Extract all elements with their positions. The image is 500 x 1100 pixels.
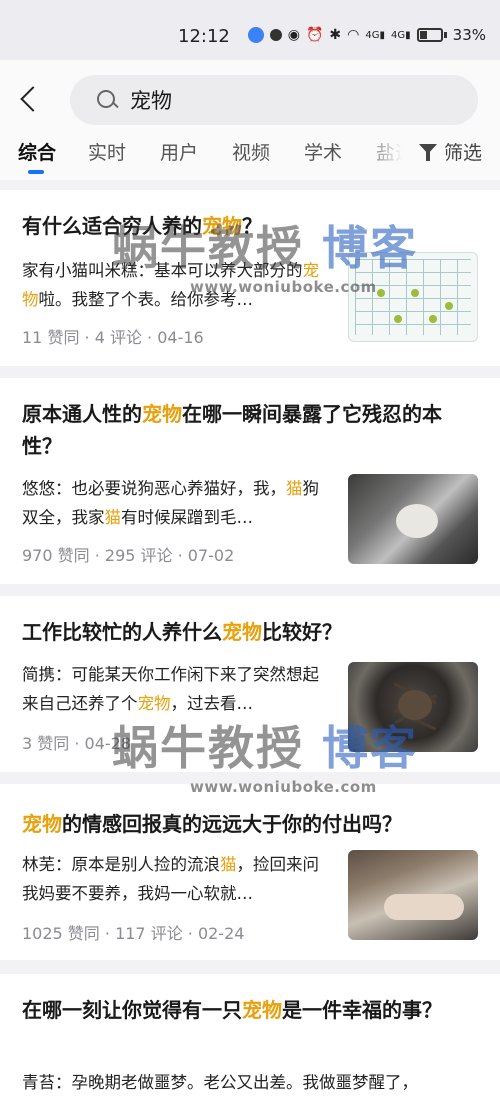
bluetooth-icon: ✱: [329, 27, 342, 43]
tarantula-image[interactable]: [348, 662, 478, 752]
wifi-icon: ◠: [347, 27, 360, 43]
alarm-icon: ⏰: [305, 27, 324, 43]
signal-4g-icon: 4G▮: [365, 29, 386, 41]
result-title[interactable]: 宠物的情感回报真的远远大于你的付出吗？: [22, 808, 478, 840]
battery-percent: 33%: [452, 26, 486, 44]
cat-hand-image[interactable]: [348, 850, 478, 940]
result-excerpt: 简携：可能某天你工作闲下来了突然想起来自己还养了个宠物，过去看…: [22, 665, 319, 713]
search-input[interactable]: 宠物: [70, 75, 478, 125]
back-button[interactable]: [14, 84, 46, 116]
result-card[interactable]: 宠物的情感回报真的远远大于你的付出吗？ 林芜：原本是别人捡的流浪猫，捡回来问我妈…: [0, 784, 500, 960]
tab-realtime[interactable]: 实时: [88, 138, 126, 165]
active-tab-indicator: [28, 170, 44, 174]
tab-comprehensive[interactable]: 综合: [18, 138, 56, 165]
cat-image[interactable]: [348, 474, 478, 564]
result-card[interactable]: 工作比较忙的人养什么宠物比较好？ 简携：可能某天你工作闲下来了突然想起来自己还养…: [0, 596, 500, 772]
result-title[interactable]: 在哪一刻让你觉得有一只宠物是一件幸福的事？: [22, 994, 478, 1026]
result-card[interactable]: 有什么适合穷人养的宠物？ 家有小猫叫米糕：基本可以养大部分的宠物啦。我整了个表。…: [0, 190, 500, 366]
status-bar: 12:12 ◉ ⏰ ✱ ◠ 4G▮ 4G▮ 33%: [0, 0, 500, 60]
filter-label: 筛选: [444, 142, 483, 164]
tab-users[interactable]: 用户: [160, 138, 198, 165]
signal-5g-icon: 4G▮: [391, 29, 411, 41]
result-meta: 1025 赞同 · 117 评论 · 02-24: [22, 924, 245, 943]
result-card[interactable]: 在哪一刻让你觉得有一只宠物是一件幸福的事？ 青苔：孕晚期老做噩梦。老公又出差。我…: [0, 974, 500, 1100]
result-meta: 11 赞同 · 4 评论 · 04-16: [22, 328, 204, 347]
status-time: 12:12: [178, 26, 230, 47]
search-header: 宠物 综合 实时 用户 视频 学术 盐选 筛选: [0, 60, 500, 180]
shield-icon: [247, 27, 264, 43]
result-title[interactable]: 原本通人性的宠物在哪一瞬间暴露了它残忍的本性？: [22, 398, 478, 462]
result-title[interactable]: 有什么适合穷人养的宠物？: [22, 210, 478, 242]
result-title[interactable]: 工作比较忙的人养什么宠物比较好？: [22, 616, 478, 648]
eye-icon: ◉: [287, 27, 300, 43]
filter-icon: [418, 142, 438, 162]
search-query: 宠物: [130, 89, 172, 113]
search-icon: [96, 89, 118, 111]
result-excerpt: 家有小猫叫米糕：基本可以养大部分的宠物啦。我整了个表。给你参考…: [22, 261, 319, 309]
result-excerpt: 悠悠：也必要说狗恶心养猫好，我，猫狗双全，我家猫有时候屎蹭到毛…: [22, 479, 319, 527]
result-card[interactable]: 原本通人性的宠物在哪一瞬间暴露了它残忍的本性？ 悠悠：也必要说狗恶心养猫好，我，…: [0, 378, 500, 584]
result-meta: 970 赞同 · 295 评论 · 07-02: [22, 546, 235, 565]
filter-button[interactable]: 筛选: [418, 138, 482, 165]
pet-table-image[interactable]: [348, 252, 478, 342]
result-excerpt: 青苔：孕晚期老做噩梦。老公又出差。我做噩梦醒了，: [22, 1073, 418, 1092]
tab-videos[interactable]: 视频: [232, 138, 270, 165]
result-meta: 3 赞同 · 04-28: [22, 734, 132, 753]
result-excerpt: 林芜：原本是别人捡的流浪猫，捡回来问我妈要不要养，我妈一心软就…: [22, 855, 319, 903]
result-tabs: 综合 实时 用户 视频 学术 盐选 筛选: [0, 136, 500, 178]
hd-icon: [269, 29, 282, 41]
tab-academic[interactable]: 学术: [304, 138, 342, 165]
battery-icon: [416, 28, 443, 42]
status-icons: ◉ ⏰ ✱ ◠ 4G▮ 4G▮ 33%: [247, 26, 486, 44]
